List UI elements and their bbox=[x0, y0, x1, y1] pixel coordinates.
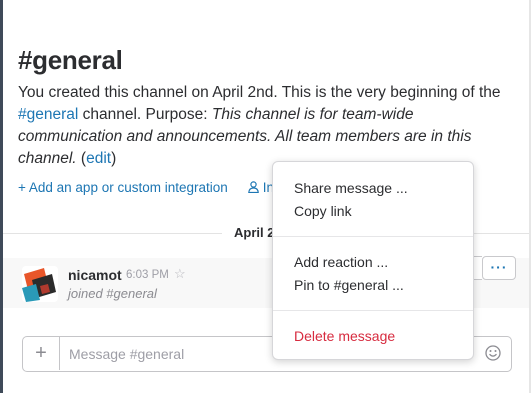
menu-item-copy-link[interactable]: Copy link bbox=[294, 203, 352, 219]
message-context-menu: Share message ... Copy link Add reaction… bbox=[272, 161, 474, 360]
composer-plus-button[interactable]: + bbox=[23, 337, 60, 370]
invite-link[interactable]: In bbox=[247, 180, 274, 195]
edit-purpose-link[interactable]: edit bbox=[86, 150, 111, 167]
channel-title: #general bbox=[18, 45, 123, 75]
menu-item-pin[interactable]: Pin to #general ... bbox=[294, 277, 404, 293]
message-author[interactable]: nicamot bbox=[68, 267, 122, 283]
channel-link[interactable]: #general bbox=[18, 106, 78, 123]
star-icon[interactable]: ☆ bbox=[174, 266, 186, 282]
menu-separator bbox=[273, 310, 473, 311]
more-actions-button[interactable]: ··· bbox=[482, 256, 516, 280]
description-close-paren: ) bbox=[111, 150, 117, 167]
menu-separator bbox=[273, 236, 473, 237]
emoji-icon[interactable] bbox=[485, 345, 501, 361]
message-input[interactable]: Message #general bbox=[69, 346, 184, 362]
menu-item-share-message[interactable]: Share message ... bbox=[294, 180, 408, 196]
avatar[interactable] bbox=[22, 266, 58, 302]
menu-item-add-reaction[interactable]: Add reaction ... bbox=[294, 254, 388, 270]
message-text: joined #general bbox=[68, 286, 157, 301]
channel-actions: + Add an app or custom integration In bbox=[18, 180, 274, 195]
sidebar-edge bbox=[0, 0, 3, 393]
description-text-mid: channel. Purpose: bbox=[78, 106, 212, 123]
add-integration-link[interactable]: + Add an app or custom integration bbox=[18, 180, 228, 195]
description-text: You created this channel on April 2nd. T… bbox=[18, 84, 501, 101]
message-timestamp[interactable]: 6:03 PM bbox=[126, 269, 169, 281]
description-open-paren: ( bbox=[76, 150, 87, 167]
channel-description: You created this channel on April 2nd. T… bbox=[18, 82, 508, 170]
person-icon bbox=[247, 181, 259, 194]
channel-intro: #general You created this channel on Apr… bbox=[18, 44, 508, 170]
avatar-image bbox=[22, 266, 58, 302]
menu-item-delete-message[interactable]: Delete message bbox=[294, 328, 395, 344]
